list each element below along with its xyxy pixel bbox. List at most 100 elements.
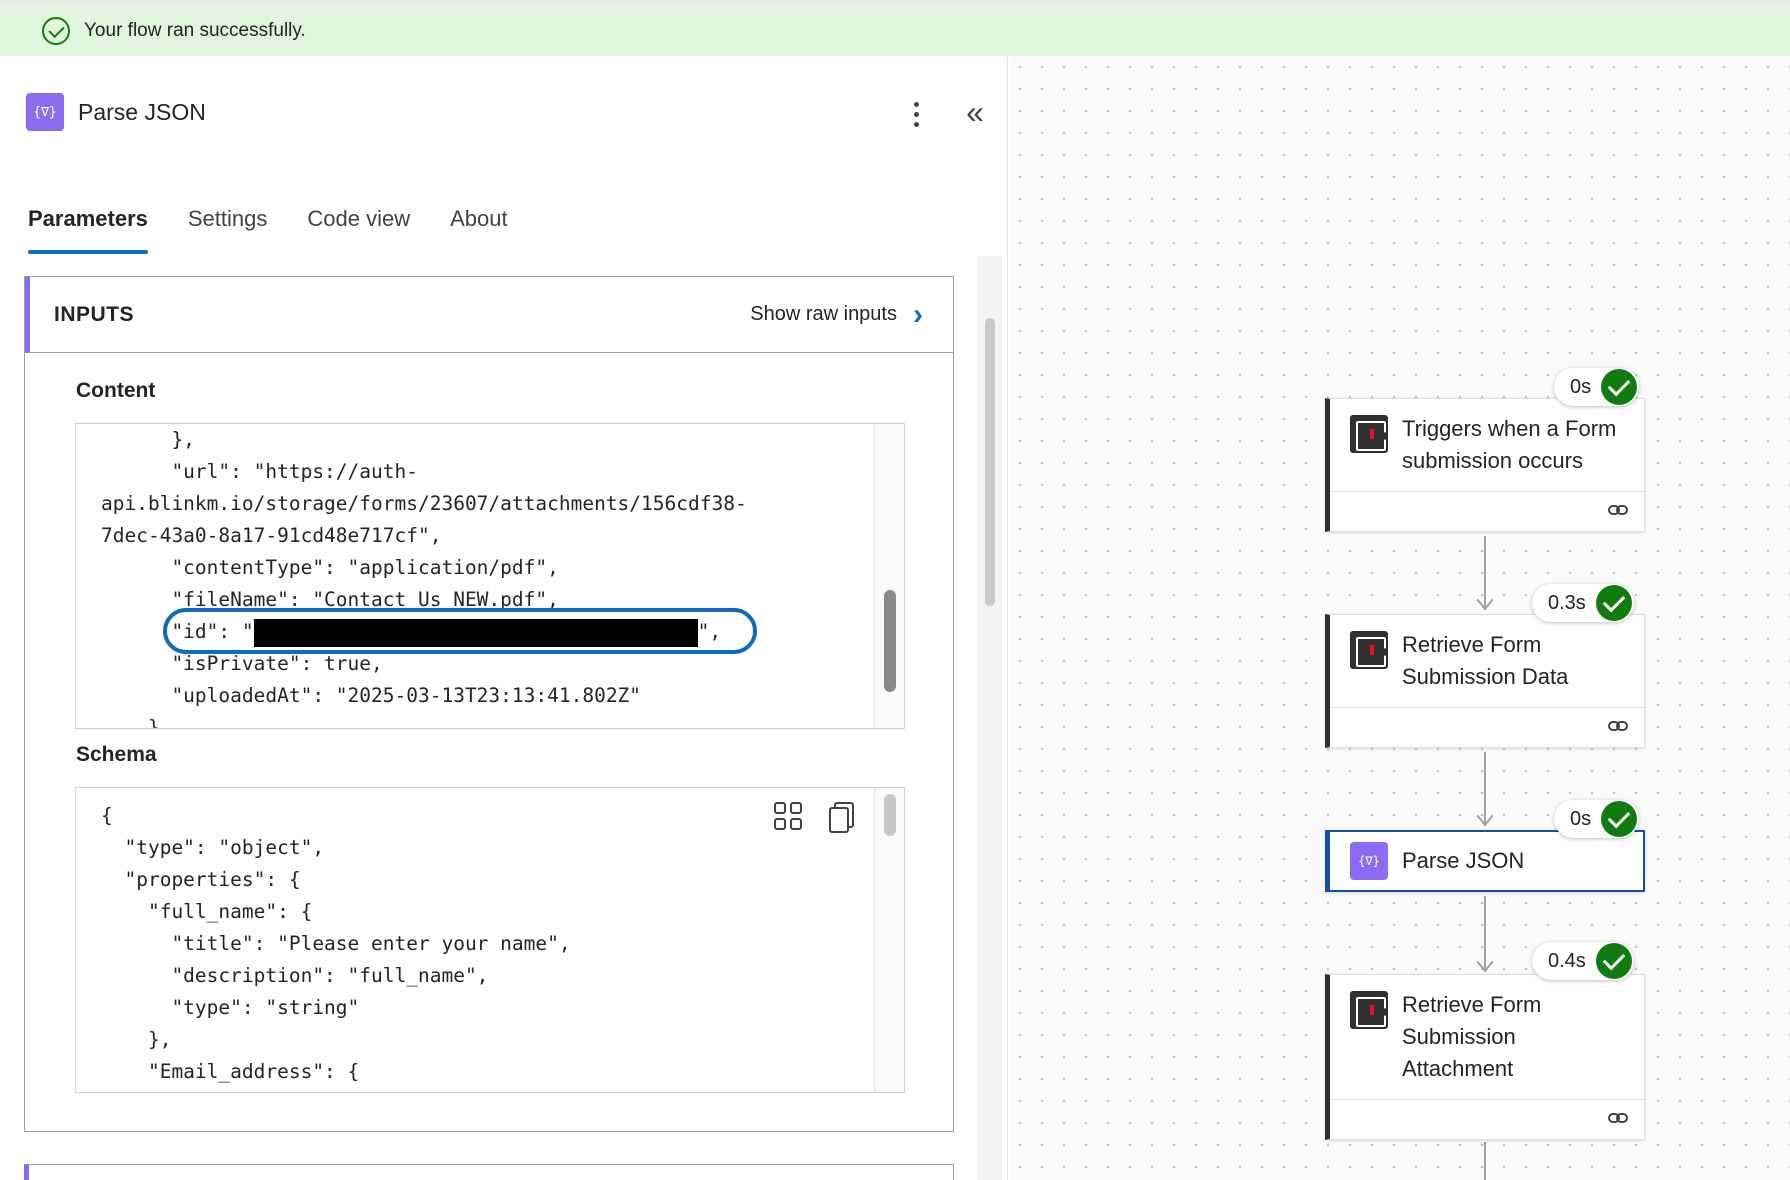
code-line: "Email_address": { [101,1060,360,1083]
more-options-button[interactable] [902,96,930,132]
tab-parameters[interactable]: Parameters [28,206,148,254]
code-line: "properties": { [101,868,301,891]
code-line: "uploadedAt": "2025-03-13T23:13:41.802Z" [101,684,642,707]
blinkm-icon [1350,631,1388,669]
node-title: Retrieve Form Submission Attachment [1402,989,1541,1085]
checkmark-icon [1601,801,1638,837]
flow-node-trigger[interactable]: Triggers when a Form submission occurs [1325,398,1645,532]
status-badge: 0s [1554,800,1640,838]
code-line: }, [101,428,195,451]
node-title-line: Triggers when a Form [1402,416,1617,441]
id-highlight-ring [163,608,757,654]
node-body: {∇} Parse JSON [1330,832,1643,890]
duration-label: 0.3s [1548,591,1586,614]
content-scrollbar-thumb[interactable] [884,590,896,692]
node-body: Retrieve Form Submission Attachment [1330,975,1644,1099]
link-icon[interactable] [1608,1112,1630,1126]
schema-code-box[interactable]: { "type": "object", "properties": { "ful… [75,787,905,1093]
node-title-line: Submission Data [1402,664,1569,689]
node-title-line: Parse JSON [1402,848,1525,873]
blinkm-icon [1350,991,1388,1029]
arrow-down-icon [1477,814,1493,830]
node-body: Triggers when a Form submission occurs [1330,399,1644,491]
status-badge: 0.4s [1532,942,1634,980]
duration-label: 0.4s [1548,949,1586,972]
schema-label: Schema [76,743,157,766]
show-raw-inputs-link[interactable]: Show raw inputs › [750,297,923,331]
node-title: Triggers when a Form submission occurs [1402,413,1616,477]
checkmark-icon [1601,369,1638,405]
parse-json-icon: {∇} [26,93,64,131]
duration-label: 0s [1570,807,1592,830]
panel-tabs: Parameters Settings Code view About [28,206,548,254]
collapse-panel-button[interactable]: « [958,94,992,130]
tab-settings[interactable]: Settings [188,206,268,254]
show-raw-inputs-label: Show raw inputs [750,303,897,325]
status-badge: 0.3s [1532,584,1634,622]
flow-node-retrieve-data[interactable]: Retrieve Form Submission Data [1325,614,1645,748]
schema-toolbar [774,802,854,833]
code-line: } [101,716,160,729]
code-line: "type": "string" [101,996,360,1019]
checkmark-icon [1595,943,1632,979]
tab-code-view[interactable]: Code view [307,206,410,254]
node-body: Retrieve Form Submission Data [1330,615,1644,707]
code-line: api.blinkm.io/storage/forms/23607/attach… [101,492,747,515]
code-line: "full_name": { [101,900,313,923]
schema-scrollbar-thumb[interactable] [884,794,896,836]
node-title-line: Submission [1402,1024,1516,1049]
node-title: Parse JSON [1402,845,1524,877]
node-footer [1330,1099,1644,1139]
parse-json-icon: {∇} [1350,842,1388,880]
code-line: 7dec-43a0-8a17-91cd48e717cf", [101,524,442,547]
status-badge: 0s [1554,368,1640,406]
node-footer [1330,491,1644,531]
code-line: "description": "full_name", [101,964,489,987]
panel-scrollbar[interactable] [978,256,1002,1180]
schema-code: { "type": "object", "properties": { "ful… [76,800,874,1088]
schema-scrollbar[interactable] [874,788,904,1092]
copy-icon[interactable] [828,802,854,833]
connector-line [1484,1142,1486,1180]
content-scrollbar[interactable] [874,424,904,728]
content-code: }, "url": "https://auth- api.blinkm.io/s… [76,424,874,729]
node-footer [1330,707,1644,747]
inputs-section: INPUTS Show raw inputs › Content }, "url… [24,276,954,1132]
code-line: "type": "object", [101,836,325,859]
code-line: }, [101,1028,172,1051]
link-icon[interactable] [1608,504,1630,518]
action-details-panel: {∇} Parse JSON « Parameters Settings Cod… [0,56,1008,1180]
node-title-line: Retrieve Form [1402,632,1542,657]
check-circle-icon [42,16,70,45]
flow-node-parse-json[interactable]: {∇} Parse JSON [1325,830,1645,892]
content-code-box[interactable]: }, "url": "https://auth- api.blinkm.io/s… [75,423,905,729]
panel-scrollbar-thumb[interactable] [985,318,995,606]
panel-header: {∇} Parse JSON [26,92,206,132]
arrow-down-icon [1477,598,1493,614]
panel-title: Parse JSON [78,98,206,125]
outputs-section [24,1164,954,1180]
code-line: "url": "https://auth- [101,460,418,483]
format-grid-icon[interactable] [774,802,802,830]
inputs-header: INPUTS Show raw inputs › [25,277,953,353]
flow-node-retrieve-attachment[interactable]: Retrieve Form Submission Attachment [1325,974,1645,1140]
blinkm-icon [1350,415,1388,453]
chevron-right-icon: › [913,297,923,331]
code-line: "title": "Please enter your name", [101,932,571,955]
inputs-title: INPUTS [54,302,135,326]
checkmark-icon [1595,585,1632,621]
banner-message: Your flow ran successfully. [84,19,306,41]
code-line: { [101,804,113,827]
success-banner: Your flow ran successfully. [0,0,1790,56]
node-title-line: submission occurs [1402,448,1583,473]
dot-icon [913,101,919,107]
code-line: "contentType": "application/pdf", [101,556,559,579]
content-label: Content [76,379,156,402]
node-title-line: Attachment [1402,1056,1514,1081]
dot-icon [913,111,919,117]
link-icon[interactable] [1608,720,1630,734]
duration-label: 0s [1570,375,1592,398]
node-title: Retrieve Form Submission Data [1402,629,1568,693]
dot-icon [913,121,919,127]
tab-about[interactable]: About [450,206,508,254]
